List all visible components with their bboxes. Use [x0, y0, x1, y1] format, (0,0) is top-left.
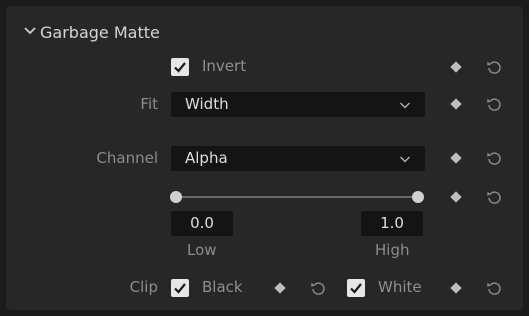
low-label: Low	[187, 241, 217, 259]
clip-black-label: Black	[202, 278, 243, 296]
clip-black-reset-icon[interactable]	[310, 280, 326, 296]
channel-reset-icon[interactable]	[486, 150, 502, 166]
garbage-matte-panel: Garbage Matte Invert Fit Width Channel A…	[6, 6, 523, 310]
fit-label: Fit	[140, 95, 158, 113]
section-title[interactable]: Garbage Matte	[40, 23, 160, 42]
channel-value: Alpha	[185, 149, 228, 167]
channel-label: Channel	[96, 149, 158, 167]
range-low-handle[interactable]	[170, 191, 182, 203]
fit-dropdown[interactable]: Width	[171, 92, 425, 117]
clip-white-reset-icon[interactable]	[486, 280, 502, 296]
clip-label: Clip	[129, 278, 158, 296]
clip-white-label: White	[378, 278, 422, 296]
checkmark-icon	[174, 283, 186, 294]
invert-label: Invert	[202, 57, 247, 75]
chevron-down-icon	[400, 102, 410, 109]
chevron-down-icon	[400, 156, 410, 163]
fit-reset-icon[interactable]	[486, 96, 502, 112]
range-keyframe-diamond-icon[interactable]	[450, 191, 462, 203]
invert-reset-icon[interactable]	[486, 59, 502, 75]
clip-black-checkbox[interactable]	[171, 279, 189, 297]
range-high-handle[interactable]	[412, 191, 424, 203]
clip-white-checkbox[interactable]	[347, 279, 365, 297]
range-reset-icon[interactable]	[486, 189, 502, 205]
checkmark-icon	[350, 283, 362, 294]
clip-black-keyframe-diamond-icon[interactable]	[274, 282, 286, 294]
clip-white-keyframe-diamond-icon[interactable]	[450, 282, 462, 294]
channel-keyframe-diamond-icon[interactable]	[450, 152, 462, 164]
invert-keyframe-diamond-icon[interactable]	[450, 61, 462, 73]
collapse-chevron-icon[interactable]	[22, 23, 38, 39]
channel-dropdown[interactable]: Alpha	[171, 146, 425, 171]
range-slider-track[interactable]	[176, 196, 418, 198]
low-value-field[interactable]: 0.0	[171, 211, 233, 236]
invert-checkbox[interactable]	[171, 58, 189, 76]
fit-value: Width	[185, 95, 229, 113]
high-value-field[interactable]: 1.0	[361, 211, 423, 236]
fit-keyframe-diamond-icon[interactable]	[450, 98, 462, 110]
checkmark-icon	[174, 62, 186, 73]
high-label: High	[375, 241, 410, 259]
